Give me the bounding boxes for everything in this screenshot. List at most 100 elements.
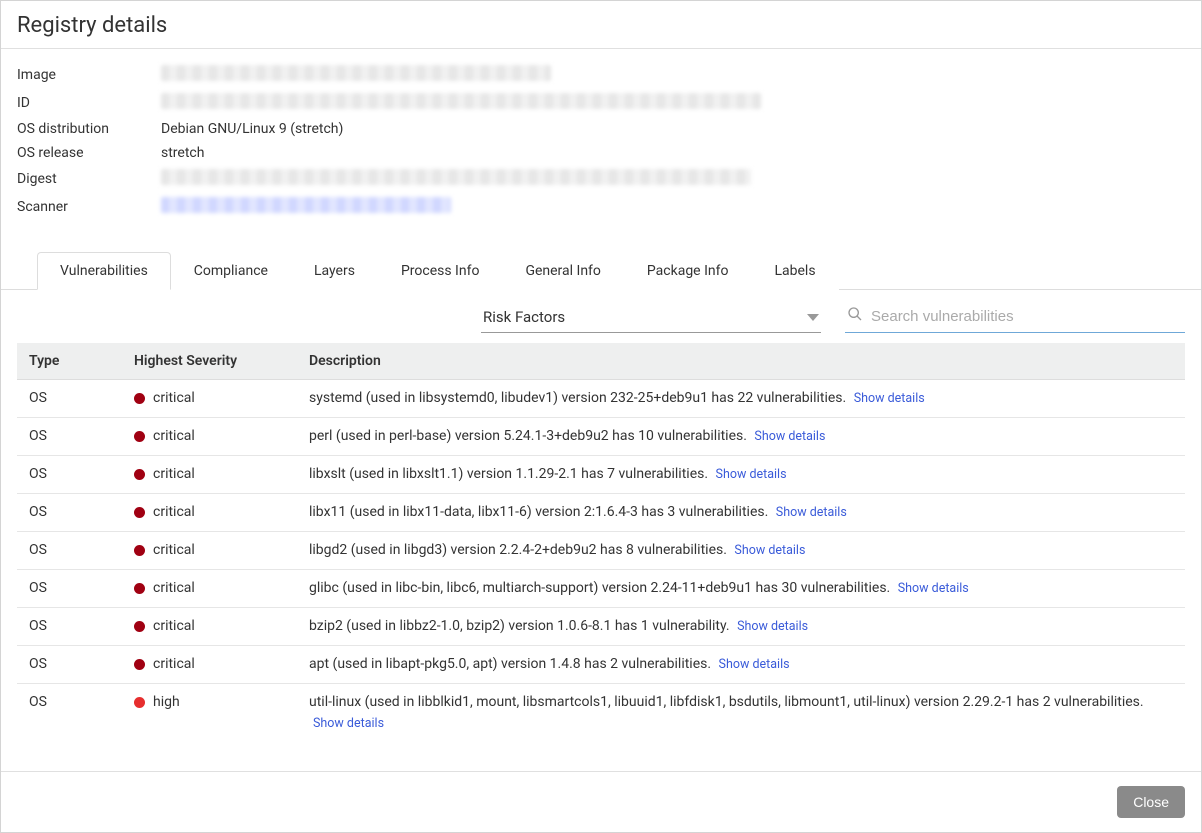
risk-factors-dropdown[interactable]: Risk Factors [481,304,821,333]
cell-type: OS [17,608,122,646]
description-text: libx11 (used in libx11-data, libx11-6) v… [309,504,772,520]
severity-dot-icon [134,469,145,480]
page-title: Registry details [17,13,1185,38]
severity-dot-icon [134,583,145,594]
cell-type: OS [17,494,122,532]
tab-general-info[interactable]: General Info [502,252,623,290]
cell-severity: critical [122,570,297,608]
tab-compliance[interactable]: Compliance [171,252,291,290]
tabs: VulnerabilitiesComplianceLayersProcess I… [37,251,1185,289]
severity-text: critical [153,388,195,409]
severity-text: critical [153,578,195,599]
description-text: bzip2 (used in libbz2-1.0, bzip2) versio… [309,618,733,634]
meta-value-digest [161,169,751,189]
tab-layers[interactable]: Layers [291,252,378,290]
cell-severity: critical [122,456,297,494]
cell-description: bzip2 (used in libbz2-1.0, bzip2) versio… [297,608,1185,646]
severity-dot-icon [134,431,145,442]
column-header-type[interactable]: Type [17,343,122,380]
table-row: OScriticalperl (used in perl-base) versi… [17,418,1185,456]
meta-row-os-distribution: OS distribution Debian GNU/Linux 9 (stre… [17,121,1185,137]
tab-process-info[interactable]: Process Info [378,252,503,290]
severity-text: critical [153,540,195,561]
severity-dot-icon [134,697,145,708]
cell-severity: critical [122,646,297,684]
meta-value-id [161,93,761,113]
cell-description: libx11 (used in libx11-data, libx11-6) v… [297,494,1185,532]
show-details-link[interactable]: Show details [734,543,805,558]
risk-factors-label: Risk Factors [483,308,565,326]
meta-value-os-distribution: Debian GNU/Linux 9 (stretch) [161,121,343,137]
tab-labels[interactable]: Labels [751,252,838,290]
table-row: OS high util-linux (used in libblkid1, mou… [17,684,1185,740]
cell-type: OS [17,684,122,740]
cell-severity: high [122,684,297,740]
header: Registry details [1,1,1201,49]
description-text: libgd2 (used in libgd3) version 2.2.4-2+… [309,542,730,558]
severity-dot-icon [134,507,145,518]
meta-value-os-release: stretch [161,145,204,161]
severity-dot-icon [134,621,145,632]
description-text: util-linux (used in libblkid1, mount, li… [309,694,1144,710]
show-details-link[interactable]: Show details [313,716,384,731]
table-row: OS critical apt (used in libapt-pkg5.0, ap… [17,646,1185,684]
tabs-wrapper: VulnerabilitiesComplianceLayersProcess I… [1,251,1201,290]
show-details-link[interactable]: Show details [716,467,787,482]
cell-description: libxslt (used in libxslt1.1) version 1.1… [297,456,1185,494]
cell-type: OS [17,456,122,494]
cell-description: systemd (used in libsystemd0, libudev1) … [297,380,1185,418]
cell-type: OS [17,380,122,418]
meta-section: Image ID OS distribution Debian GNU/Linu… [1,49,1201,241]
severity-dot-icon [134,393,145,404]
meta-row-id: ID [17,93,1185,113]
cell-type: OS [17,646,122,684]
description-text: glibc (used in libc-bin, libc6, multiarc… [309,580,894,596]
table-row: OS critical systemd (used in libsystemd0, … [17,380,1185,418]
show-details-link[interactable]: Show details [754,429,825,444]
table-row: OScriticalglibc (used in libc-bin, libc6… [17,570,1185,608]
cell-description: apt (used in libapt-pkg5.0, apt) version… [297,646,1185,684]
show-details-link[interactable]: Show details [719,657,790,672]
meta-label-id: ID [17,95,161,111]
table-header-row: Type Highest Severity Description [17,343,1185,380]
search-box [845,304,1185,333]
cell-severity: critical [122,532,297,570]
show-details-link[interactable]: Show details [898,581,969,596]
column-header-description[interactable]: Description [297,343,1185,380]
cell-description: libgd2 (used in libgd3) version 2.2.4-2+… [297,532,1185,570]
description-text: systemd (used in libsystemd0, libudev1) … [309,390,850,406]
cell-severity: critical [122,494,297,532]
tab-package-info[interactable]: Package Info [624,252,752,290]
meta-row-scanner: Scanner [17,197,1185,217]
cell-description: perl (used in perl-base) version 5.24.1-… [297,418,1185,456]
severity-dot-icon [134,545,145,556]
cell-type: OS [17,532,122,570]
show-details-link[interactable]: Show details [737,619,808,634]
show-details-link[interactable]: Show details [776,505,847,520]
meta-value-image [161,65,551,85]
search-input[interactable] [871,308,1183,325]
meta-row-digest: Digest [17,169,1185,189]
severity-text: high [153,692,180,713]
show-details-link[interactable]: Show details [854,391,925,406]
meta-label-digest: Digest [17,171,161,187]
meta-label-os-release: OS release [17,145,161,161]
tab-vulnerabilities[interactable]: Vulnerabilities [37,252,171,290]
table-row: OScriticallibxslt (used in libxslt1.1) v… [17,456,1185,494]
search-icon [847,306,863,326]
severity-text: critical [153,654,195,675]
meta-label-image: Image [17,67,161,83]
vulnerabilities-table: Type Highest Severity Description OScrit… [17,343,1185,739]
close-button[interactable]: Close [1117,786,1185,818]
meta-row-os-release: OS release stretch [17,145,1185,161]
vulnerabilities-table-wrap[interactable]: Type Highest Severity Description OScrit… [1,343,1201,739]
severity-dot-icon [134,659,145,670]
cell-severity: critical [122,608,297,646]
cell-severity: critical [122,418,297,456]
cell-severity: critical [122,380,297,418]
description-text: perl (used in perl-base) version 5.24.1-… [309,428,750,444]
chevron-down-icon [807,314,819,321]
cell-description: util-linux (used in libblkid1, mount, li… [297,684,1185,740]
footer: Close [1,771,1201,832]
column-header-severity[interactable]: Highest Severity [122,343,297,380]
